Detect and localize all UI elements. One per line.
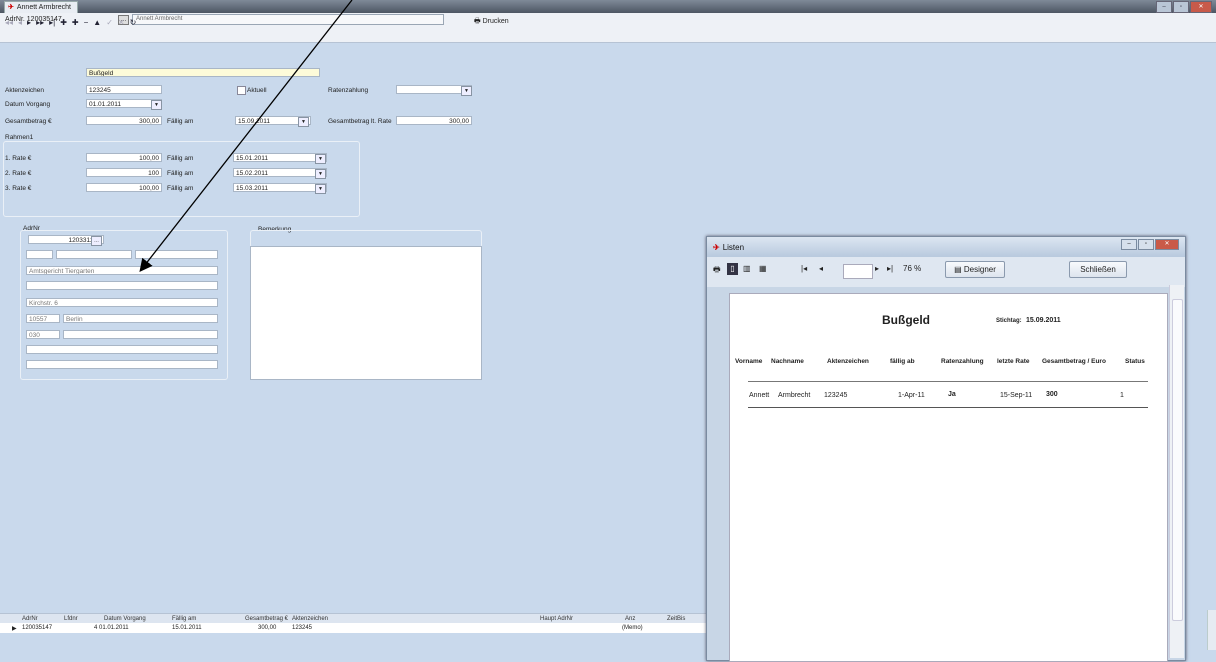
annotation-arrow — [139, 0, 353, 273]
